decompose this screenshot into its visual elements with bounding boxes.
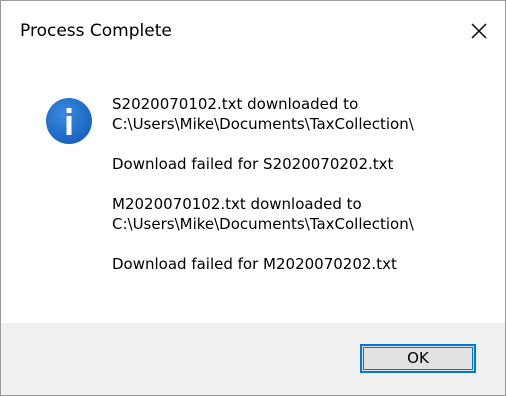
message-text: S2020070102.txt downloaded to C:\Users\M… [112, 94, 492, 294]
message-line: S2020070102.txt downloaded to [112, 95, 359, 113]
close-button[interactable] [459, 9, 499, 53]
message-line: C:\Users\Mike\Documents\TaxCollection\ [112, 215, 414, 233]
message-downloaded-s: S2020070102.txt downloaded to C:\Users\M… [112, 94, 492, 134]
message-failed-m: Download failed for M2020070202.txt [112, 254, 492, 274]
dialog-title: Process Complete [20, 21, 172, 41]
message-line: M2020070102.txt downloaded to [112, 195, 362, 213]
title-bar: Process Complete [1, 1, 505, 63]
message-line: Download failed for S2020070202.txt [112, 155, 394, 173]
message-line: Download failed for M2020070202.txt [112, 255, 397, 273]
message-downloaded-m: M2020070102.txt downloaded to C:\Users\M… [112, 194, 492, 234]
message-box-dialog: Process Complete S2020070102.txt downloa… [0, 0, 506, 396]
button-bar: OK [1, 323, 505, 395]
message-failed-s: Download failed for S2020070202.txt [112, 154, 492, 174]
dialog-content: S2020070102.txt downloaded to C:\Users\M… [1, 63, 505, 323]
message-line: C:\Users\Mike\Documents\TaxCollection\ [112, 115, 414, 133]
information-icon [45, 97, 93, 145]
ok-button[interactable]: OK [360, 344, 476, 373]
close-icon [471, 23, 487, 39]
